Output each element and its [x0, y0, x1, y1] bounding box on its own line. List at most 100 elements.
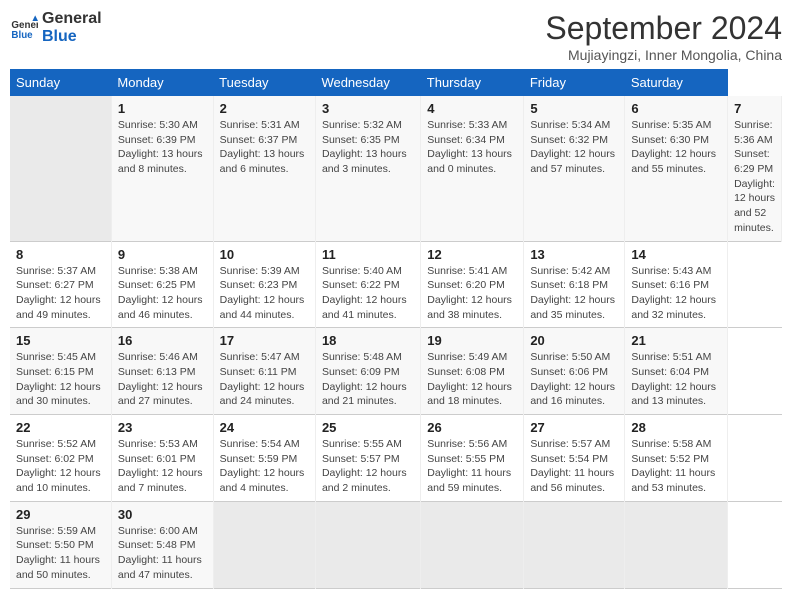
day-detail: Sunrise: 5:54 AMSunset: 5:59 PMDaylight:… — [220, 437, 309, 496]
logo: General Blue General Blue — [10, 10, 102, 45]
month-title: September 2024 — [545, 10, 782, 47]
day-detail: Sunrise: 5:31 AMSunset: 6:37 PMDaylight:… — [220, 118, 309, 177]
calendar-cell: 15Sunrise: 5:45 AMSunset: 6:15 PMDayligh… — [10, 328, 111, 415]
day-detail: Sunrise: 5:37 AMSunset: 6:27 PMDaylight:… — [16, 264, 105, 323]
day-number: 5 — [530, 101, 618, 116]
day-number: 23 — [118, 420, 207, 435]
calendar-cell: 12Sunrise: 5:41 AMSunset: 6:20 PMDayligh… — [421, 241, 524, 328]
calendar-cell: 6 Sunrise: 5:35 AMSunset: 6:30 PMDaylight… — [625, 96, 728, 241]
calendar-cell — [213, 501, 315, 588]
day-number: 27 — [530, 420, 618, 435]
col-header-monday: Monday — [111, 69, 213, 96]
day-number: 13 — [530, 247, 618, 262]
calendar-cell: 3 Sunrise: 5:32 AMSunset: 6:35 PMDaylight… — [315, 96, 420, 241]
day-detail: Sunrise: 5:56 AMSunset: 5:55 PMDaylight:… — [427, 437, 517, 496]
day-detail: Sunrise: 5:35 AMSunset: 6:30 PMDaylight:… — [631, 118, 721, 177]
calendar-cell: 13 Sunrise: 5:42 AMSunset: 6:18 PMDayligh… — [524, 241, 625, 328]
day-number: 26 — [427, 420, 517, 435]
day-number: 30 — [118, 507, 207, 522]
day-number: 11 — [322, 247, 414, 262]
day-number: 21 — [631, 333, 721, 348]
col-header-tuesday: Tuesday — [213, 69, 315, 96]
calendar-cell: 28 Sunrise: 5:58 AMSunset: 5:52 PMDayligh… — [625, 415, 728, 502]
calendar-cell: 21 Sunrise: 5:51 AMSunset: 6:04 PMDayligh… — [625, 328, 728, 415]
day-number: 9 — [118, 247, 207, 262]
day-number: 25 — [322, 420, 414, 435]
calendar-cell: 5 Sunrise: 5:34 AMSunset: 6:32 PMDaylight… — [524, 96, 625, 241]
calendar-cell — [10, 96, 111, 241]
day-number: 18 — [322, 333, 414, 348]
week-row-4: 22Sunrise: 5:52 AMSunset: 6:02 PMDayligh… — [10, 415, 782, 502]
calendar-cell: 7Sunrise: 5:36 AMSunset: 6:29 PMDaylight… — [728, 96, 782, 241]
day-detail: Sunrise: 5:32 AMSunset: 6:35 PMDaylight:… — [322, 118, 414, 177]
day-detail: Sunrise: 5:43 AMSunset: 6:16 PMDaylight:… — [631, 264, 721, 323]
calendar-cell — [315, 501, 420, 588]
calendar-cell: 24 Sunrise: 5:54 AMSunset: 5:59 PMDayligh… — [213, 415, 315, 502]
day-detail: Sunrise: 5:47 AMSunset: 6:11 PMDaylight:… — [220, 350, 309, 409]
week-row-1: 1Sunrise: 5:30 AMSunset: 6:39 PMDaylight… — [10, 96, 782, 241]
calendar-cell: 10 Sunrise: 5:39 AMSunset: 6:23 PMDayligh… — [213, 241, 315, 328]
day-number: 16 — [118, 333, 207, 348]
calendar-cell: 17Sunrise: 5:47 AMSunset: 6:11 PMDayligh… — [213, 328, 315, 415]
day-detail: Sunrise: 5:40 AMSunset: 6:22 PMDaylight:… — [322, 264, 414, 323]
svg-text:Blue: Blue — [11, 29, 33, 40]
day-detail: Sunrise: 5:34 AMSunset: 6:32 PMDaylight:… — [530, 118, 618, 177]
day-number: 28 — [631, 420, 721, 435]
calendar-cell — [421, 501, 524, 588]
day-detail: Sunrise: 5:58 AMSunset: 5:52 PMDaylight:… — [631, 437, 721, 496]
day-number: 15 — [16, 333, 105, 348]
day-detail: Sunrise: 5:55 AMSunset: 5:57 PMDaylight:… — [322, 437, 414, 496]
col-header-sunday: Sunday — [10, 69, 111, 96]
calendar-cell: 22Sunrise: 5:52 AMSunset: 6:02 PMDayligh… — [10, 415, 111, 502]
header-row: SundayMondayTuesdayWednesdayThursdayFrid… — [10, 69, 782, 96]
header: General Blue General Blue September 2024… — [10, 10, 782, 63]
col-header-saturday: Saturday — [625, 69, 728, 96]
calendar-cell: 18Sunrise: 5:48 AMSunset: 6:09 PMDayligh… — [315, 328, 420, 415]
calendar-cell: 9 Sunrise: 5:38 AMSunset: 6:25 PMDaylight… — [111, 241, 213, 328]
day-detail: Sunrise: 5:39 AMSunset: 6:23 PMDaylight:… — [220, 264, 309, 323]
day-number: 2 — [220, 101, 309, 116]
day-detail: Sunrise: 5:33 AMSunset: 6:34 PMDaylight:… — [427, 118, 517, 177]
day-detail: Sunrise: 5:38 AMSunset: 6:25 PMDaylight:… — [118, 264, 207, 323]
day-detail: Sunrise: 5:59 AMSunset: 5:50 PMDaylight:… — [16, 524, 105, 583]
day-number: 10 — [220, 247, 309, 262]
day-detail: Sunrise: 5:46 AMSunset: 6:13 PMDaylight:… — [118, 350, 207, 409]
day-number: 3 — [322, 101, 414, 116]
day-detail: Sunrise: 6:00 AMSunset: 5:48 PMDaylight:… — [118, 524, 207, 583]
day-detail: Sunrise: 5:42 AMSunset: 6:18 PMDaylight:… — [530, 264, 618, 323]
day-number: 20 — [530, 333, 618, 348]
day-number: 4 — [427, 101, 517, 116]
day-detail: Sunrise: 5:51 AMSunset: 6:04 PMDaylight:… — [631, 350, 721, 409]
day-detail: Sunrise: 5:57 AMSunset: 5:54 PMDaylight:… — [530, 437, 618, 496]
logo-blue: Blue — [42, 28, 102, 46]
calendar-cell: 26 Sunrise: 5:56 AMSunset: 5:55 PMDayligh… — [421, 415, 524, 502]
week-row-3: 15Sunrise: 5:45 AMSunset: 6:15 PMDayligh… — [10, 328, 782, 415]
day-number: 29 — [16, 507, 105, 522]
week-row-5: 29 Sunrise: 5:59 AMSunset: 5:50 PMDayligh… — [10, 501, 782, 588]
week-row-2: 8Sunrise: 5:37 AMSunset: 6:27 PMDaylight… — [10, 241, 782, 328]
day-detail: Sunrise: 5:53 AMSunset: 6:01 PMDaylight:… — [118, 437, 207, 496]
col-header-friday: Friday — [524, 69, 625, 96]
calendar-cell: 11 Sunrise: 5:40 AMSunset: 6:22 PMDayligh… — [315, 241, 420, 328]
day-detail: Sunrise: 5:36 AMSunset: 6:29 PMDaylight:… — [734, 118, 775, 236]
day-number: 19 — [427, 333, 517, 348]
calendar-cell: 1Sunrise: 5:30 AMSunset: 6:39 PMDaylight… — [111, 96, 213, 241]
logo-general: General — [42, 10, 102, 28]
day-detail: Sunrise: 5:41 AMSunset: 6:20 PMDaylight:… — [427, 264, 517, 323]
day-number: 24 — [220, 420, 309, 435]
calendar-cell: 14 Sunrise: 5:43 AMSunset: 6:16 PMDayligh… — [625, 241, 728, 328]
calendar-cell: 27 Sunrise: 5:57 AMSunset: 5:54 PMDayligh… — [524, 415, 625, 502]
calendar-cell: 2 Sunrise: 5:31 AMSunset: 6:37 PMDaylight… — [213, 96, 315, 241]
calendar-cell: 25 Sunrise: 5:55 AMSunset: 5:57 PMDayligh… — [315, 415, 420, 502]
calendar-cell — [524, 501, 625, 588]
day-number: 6 — [631, 101, 721, 116]
day-detail: Sunrise: 5:49 AMSunset: 6:08 PMDaylight:… — [427, 350, 517, 409]
day-number: 14 — [631, 247, 721, 262]
title-area: September 2024 Mujiayingzi, Inner Mongol… — [545, 10, 782, 63]
day-detail: Sunrise: 5:50 AMSunset: 6:06 PMDaylight:… — [530, 350, 618, 409]
location-subtitle: Mujiayingzi, Inner Mongolia, China — [545, 47, 782, 63]
calendar-cell: 4 Sunrise: 5:33 AMSunset: 6:34 PMDaylight… — [421, 96, 524, 241]
calendar-cell: 30 Sunrise: 6:00 AMSunset: 5:48 PMDayligh… — [111, 501, 213, 588]
calendar-cell: 29 Sunrise: 5:59 AMSunset: 5:50 PMDayligh… — [10, 501, 111, 588]
logo-icon: General Blue — [10, 14, 38, 42]
